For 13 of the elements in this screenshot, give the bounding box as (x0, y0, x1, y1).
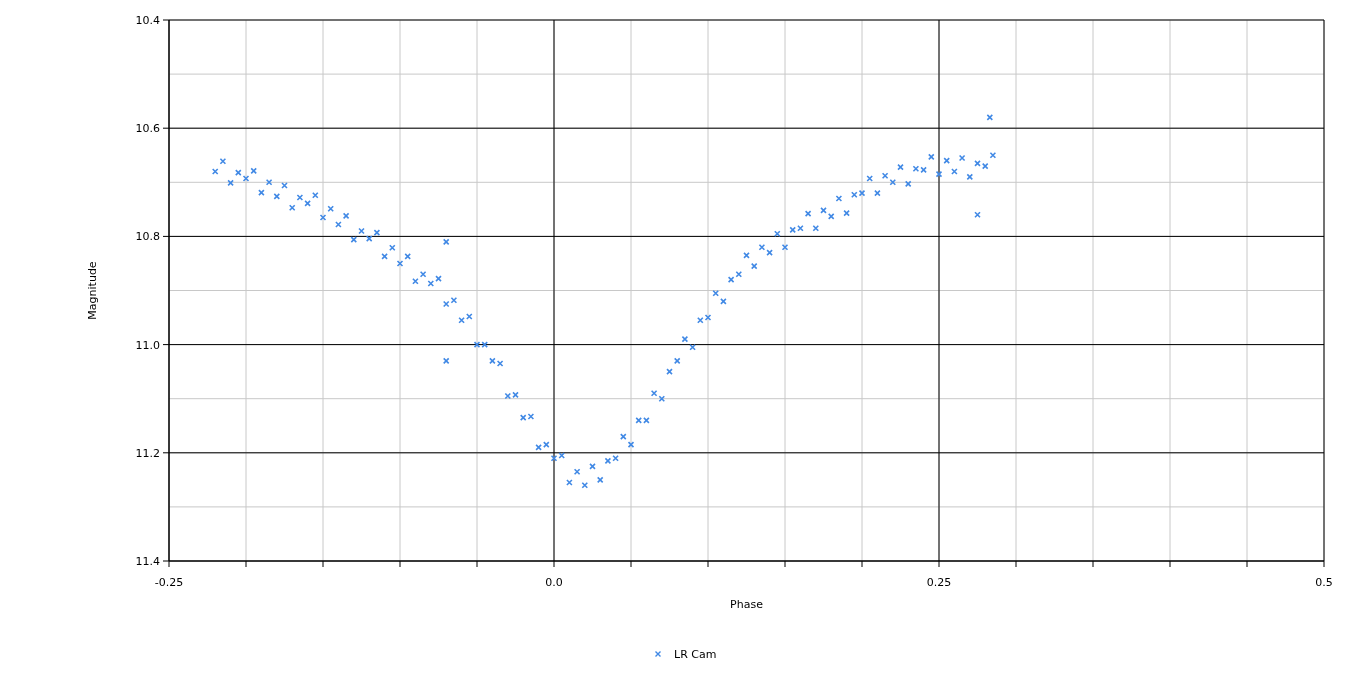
tick-label: 10.8 (135, 230, 160, 244)
tick-label: -0.25 (154, 576, 184, 589)
tick-label: 0.5 (1315, 576, 1333, 589)
axis-title: Phase (730, 598, 763, 611)
legend-label: LR Cam (674, 648, 717, 661)
tick-label: 10.4 (135, 14, 160, 27)
tick-label: 11.4 (135, 555, 160, 568)
tick-label: 0.0 (545, 576, 563, 589)
axis-title: Magnitude (86, 261, 99, 320)
tick-label: 10.6 (135, 122, 160, 136)
tick-label: 11.0 (135, 338, 160, 352)
tick-label: 0.25 (926, 576, 952, 589)
tick-label: 11.2 (135, 446, 160, 460)
